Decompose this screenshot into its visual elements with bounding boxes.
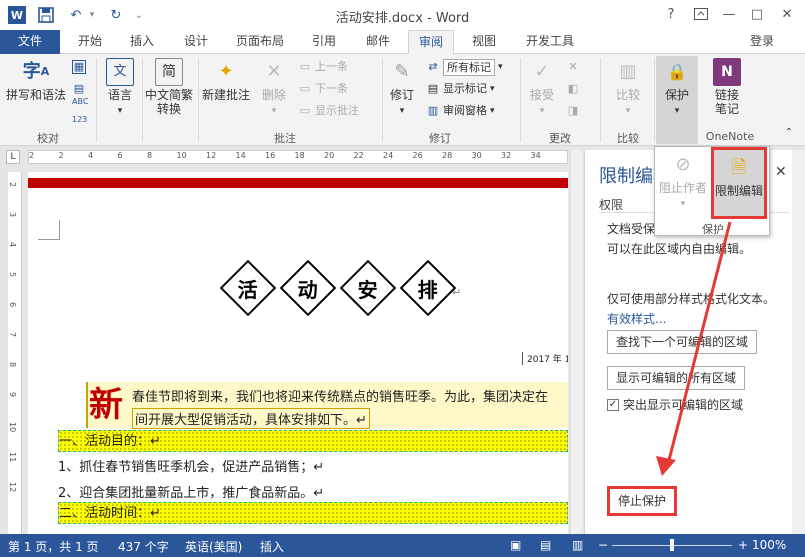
read-mode-icon[interactable]: ▣ — [510, 538, 521, 552]
page-count[interactable]: 第 1 页，共 1 页 — [8, 538, 99, 555]
web-layout-icon[interactable]: ▥ — [572, 538, 583, 552]
insert-mode[interactable]: 插入 — [260, 538, 284, 555]
zoom-out-icon[interactable]: − — [598, 538, 608, 552]
word-count[interactable]: 437 个字 — [118, 538, 169, 555]
zoom-level[interactable]: 100% — [752, 538, 786, 552]
zoom-slider-thumb[interactable] — [670, 539, 674, 551]
print-layout-icon[interactable]: ▤ — [540, 538, 551, 552]
language-status[interactable]: 英语(美国) — [185, 538, 242, 555]
annotation-arrow — [656, 221, 732, 476]
status-bar: 第 1 页，共 1 页 437 个字 英语(美国) 插入 ▣ ▤ ▥ − + 1… — [0, 534, 805, 557]
zoom-in-icon[interactable]: + — [738, 538, 748, 552]
